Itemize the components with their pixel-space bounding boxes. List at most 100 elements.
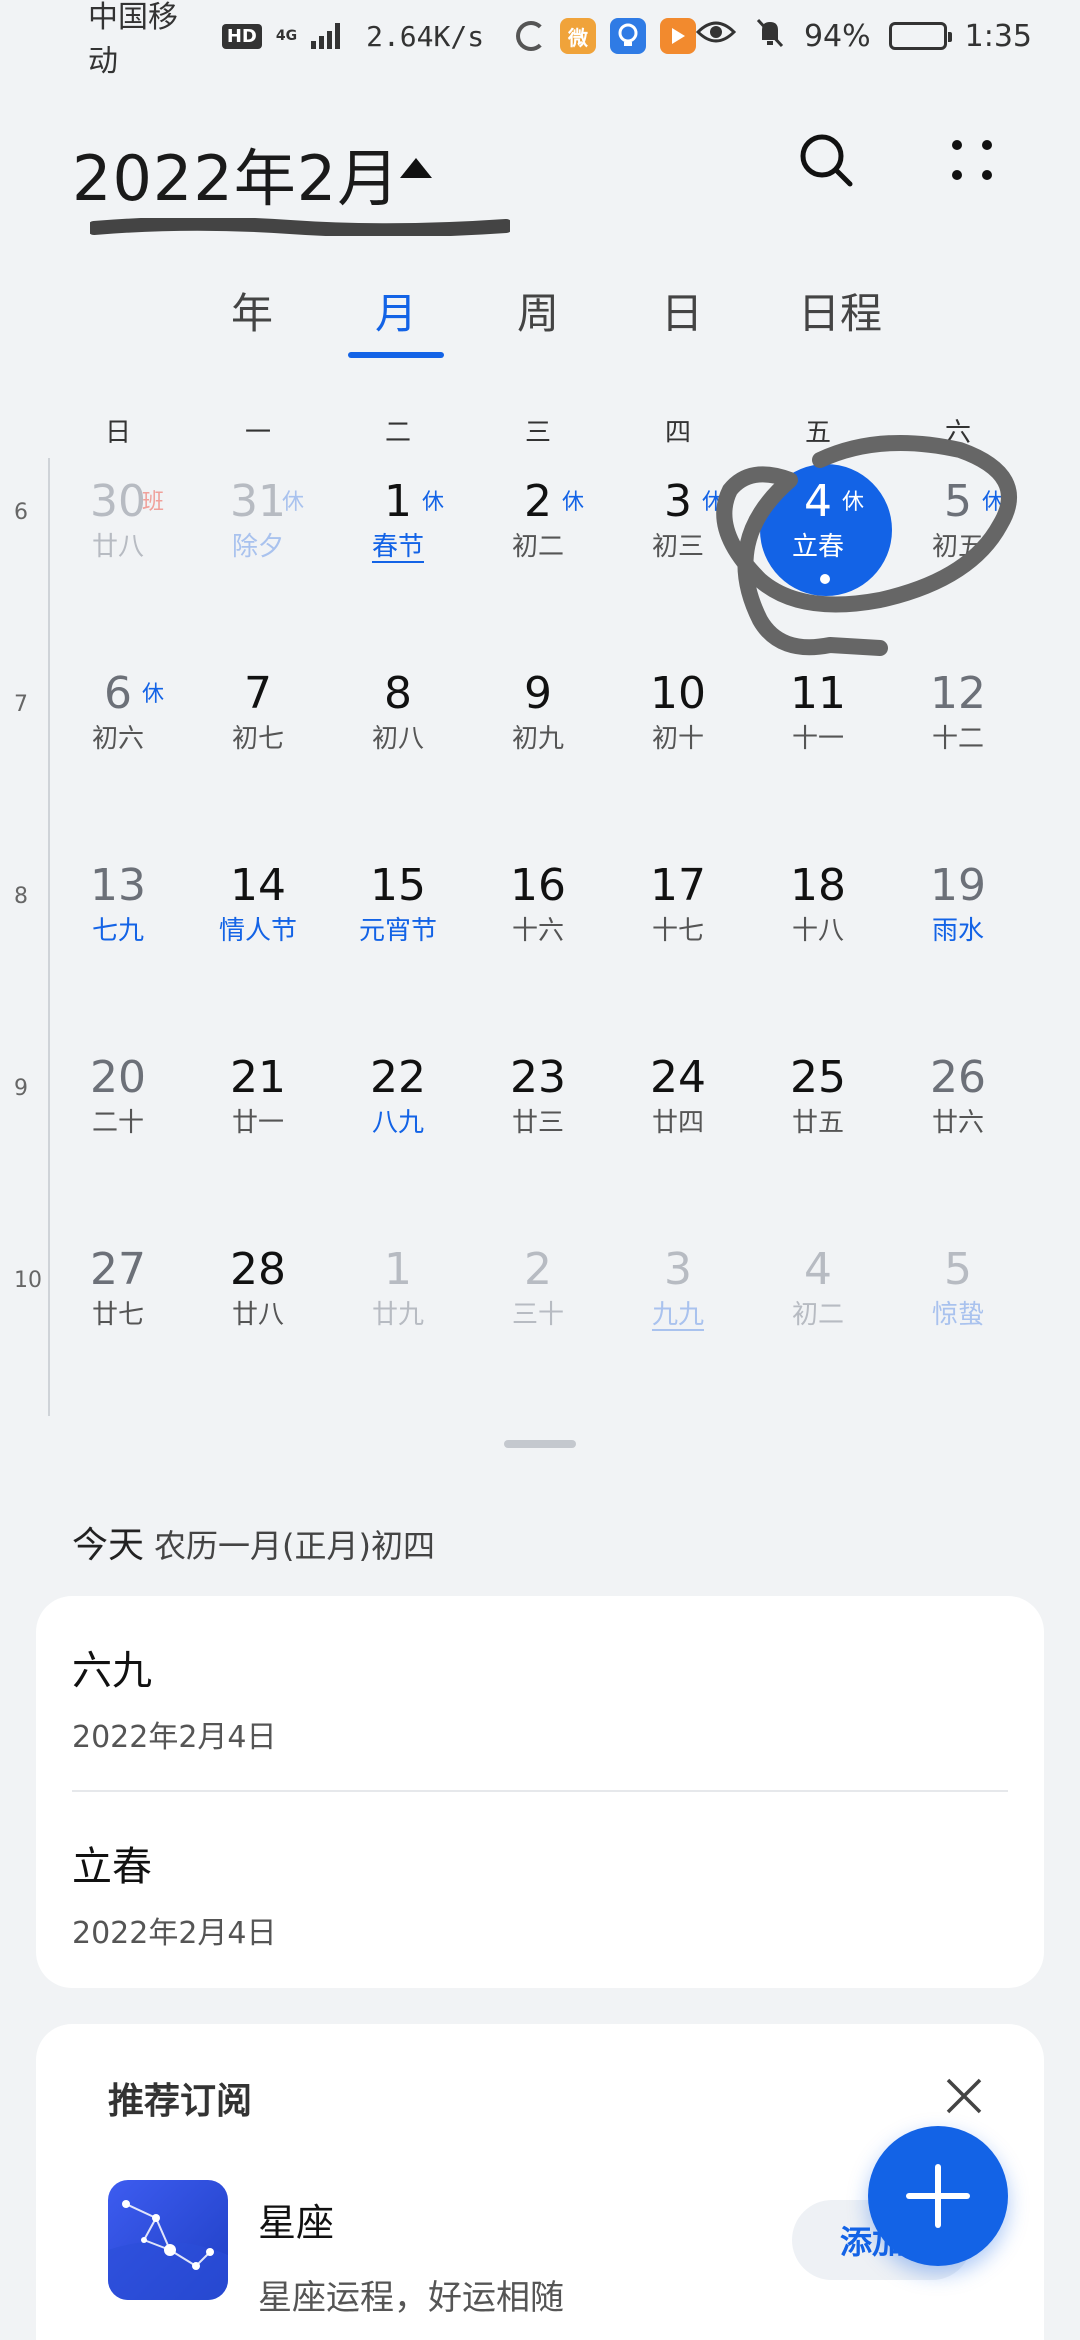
day-cell[interactable]: 8 初八 — [328, 650, 468, 842]
more-button[interactable] — [932, 120, 1012, 200]
day-cell[interactable]: 18 十八 — [748, 842, 888, 1034]
day-number: 27 — [90, 1244, 146, 1295]
day-cell[interactable]: 11 十一 — [748, 650, 888, 842]
day-cell[interactable]: 12 十二 — [888, 650, 1028, 842]
day-cell[interactable]: 27 廿七 — [48, 1226, 188, 1418]
tab-year[interactable]: 年 — [192, 280, 312, 341]
month-title[interactable]: 2022年2月 — [72, 128, 400, 218]
app-description: 星座运程，好运相随 — [258, 2278, 564, 2318]
search-button[interactable] — [786, 120, 866, 200]
weekday-label: 五 — [804, 418, 831, 448]
day-cell[interactable]: 31 除夕 休 — [188, 458, 328, 650]
day-cell[interactable]: 30 廿八 班 — [48, 458, 188, 650]
events-card: 六九 2022年2月4日 立春 2022年2月4日 — [36, 1596, 1044, 1988]
lunar-day: 十一 — [791, 724, 844, 754]
day-number: 1 — [384, 1244, 412, 1295]
day-cell[interactable]: 25 廿五 — [748, 1034, 888, 1226]
day-number: 25 — [790, 1052, 846, 1103]
lunar-day: 廿九 — [371, 1300, 424, 1330]
day-number: 8 — [384, 668, 412, 719]
today-info: 今天 农历一月(正月)初四 — [72, 1516, 435, 1568]
day-cell[interactable]: 2 三十 — [468, 1226, 608, 1418]
day-cell[interactable]: 19 雨水 — [888, 842, 1028, 1034]
day-number: 13 — [90, 860, 146, 911]
weekday-label: 一 — [244, 418, 271, 448]
day-cell[interactable]: 23 廿三 — [468, 1034, 608, 1226]
weekday-label: 日 — [104, 418, 131, 448]
lunar-day: 初七 — [231, 724, 284, 754]
holiday-tag: 休 — [981, 490, 1004, 515]
day-number: 10 — [650, 668, 706, 719]
view-tabs: 年 月 周 日 日程 — [0, 280, 1080, 360]
weekday-label: 二 — [384, 418, 411, 448]
day-cell[interactable]: 20 二十 — [48, 1034, 188, 1226]
tab-day[interactable]: 日 — [622, 280, 742, 341]
caret-up-icon[interactable] — [400, 158, 432, 178]
day-cell[interactable]: 17 十七 — [608, 842, 748, 1034]
scribble-underline — [90, 218, 510, 236]
holiday-tag: 休 — [701, 490, 724, 515]
day-cell[interactable]: 6 初六 休 — [48, 650, 188, 842]
day-number: 26 — [930, 1052, 986, 1103]
lunar-day: 春节 — [371, 532, 424, 562]
network-type: 4G — [275, 28, 298, 44]
drag-handle[interactable] — [504, 1440, 576, 1448]
event-item[interactable]: 立春 2022年2月4日 — [72, 1834, 1008, 1952]
lunar-day: 十八 — [791, 916, 844, 946]
day-cell[interactable]: 22 八九 — [328, 1034, 468, 1226]
day-cell[interactable]: 26 廿六 — [888, 1034, 1028, 1226]
day-cell[interactable]: 28 廿八 — [188, 1226, 328, 1418]
day-number: 18 — [790, 860, 846, 911]
close-icon[interactable] — [944, 2076, 984, 2116]
week-number: 7 — [14, 692, 28, 717]
day-cell[interactable]: 3 初三 休 — [608, 458, 748, 650]
day-cell-selected[interactable]: 4 立春 休 — [748, 458, 892, 650]
day-cell[interactable]: 15 元宵节 — [328, 842, 468, 1034]
day-cell[interactable]: 5 初五 休 — [888, 458, 1028, 650]
holiday-tag: 班 — [141, 490, 164, 515]
weekday-header: 日 一 二 三 四 五 六 — [48, 412, 1080, 452]
search-icon — [800, 134, 853, 187]
day-cell[interactable]: 24 廿四 — [608, 1034, 748, 1226]
event-item[interactable]: 六九 2022年2月4日 — [72, 1638, 1008, 1756]
day-cell[interactable]: 4 初二 — [748, 1226, 888, 1418]
day-cell[interactable]: 1 廿九 — [328, 1226, 468, 1418]
mute-bell-icon — [754, 16, 786, 56]
lunar-day: 初八 — [371, 724, 424, 754]
day-cell[interactable]: 13 七九 — [48, 842, 188, 1034]
tab-month[interactable]: 月 — [336, 280, 456, 341]
day-number: 14 — [230, 860, 286, 911]
lunar-day: 立春 — [791, 532, 844, 562]
day-cell[interactable]: 5 惊蛰 — [888, 1226, 1028, 1418]
day-number: 15 — [370, 860, 426, 911]
lunar-day: 初二 — [791, 1300, 844, 1330]
day-cell[interactable]: 10 初十 — [608, 650, 748, 842]
hd-badge: HD — [221, 23, 262, 49]
tab-week[interactable]: 周 — [478, 280, 598, 341]
lunar-day: 八九 — [371, 1108, 424, 1138]
status-bar: 中国移动 HD 4G 2.64K/s 微 94% 1:35 — [0, 0, 1080, 79]
lunar-day: 初五 — [931, 532, 984, 562]
divider — [72, 1790, 1008, 1792]
day-number: 20 — [90, 1052, 146, 1103]
video-app-icon — [659, 18, 696, 54]
day-number: 7 — [244, 668, 272, 719]
add-event-fab[interactable] — [868, 2126, 1008, 2266]
day-cell[interactable]: 7 初七 — [188, 650, 328, 842]
weibo-app-icon: 微 — [560, 18, 597, 54]
day-number: 31 — [230, 476, 286, 527]
weekday-label: 三 — [524, 418, 551, 448]
recommend-title: 推荐订阅 — [108, 2081, 253, 2122]
day-cell[interactable]: 16 十六 — [468, 842, 608, 1034]
day-number: 5 — [944, 1244, 972, 1295]
day-cell[interactable]: 2 初二 休 — [468, 458, 608, 650]
day-cell[interactable]: 21 廿一 — [188, 1034, 328, 1226]
day-cell[interactable]: 14 情人节 — [188, 842, 328, 1034]
day-cell[interactable]: 9 初九 — [468, 650, 608, 842]
day-cell[interactable]: 1 春节 休 — [328, 458, 468, 650]
day-number: 23 — [510, 1052, 566, 1103]
tab-schedule[interactable]: 日程 — [770, 280, 910, 341]
day-cell[interactable]: 3 九九 — [608, 1226, 748, 1418]
day-number: 16 — [510, 860, 566, 911]
weekday-label: 六 — [944, 418, 971, 448]
